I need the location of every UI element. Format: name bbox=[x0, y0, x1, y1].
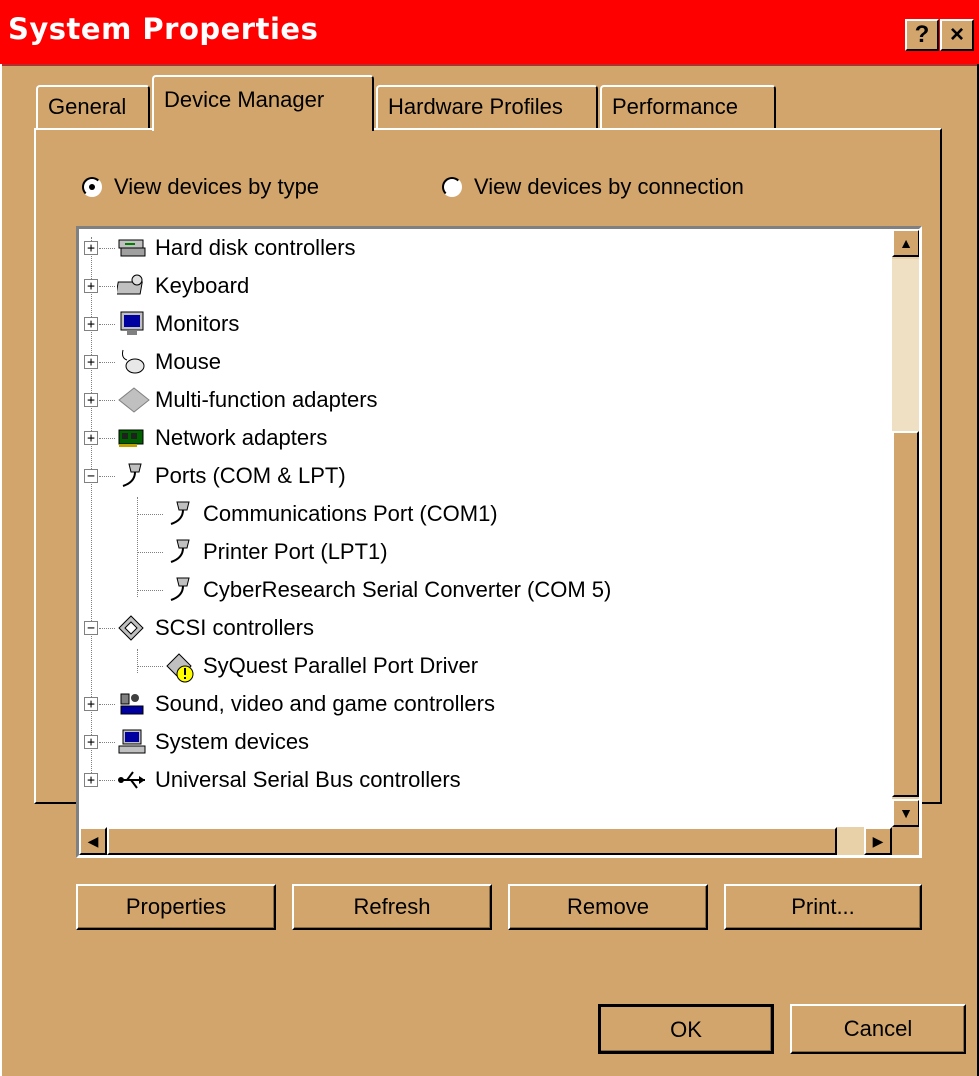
device-category-multifunction[interactable]: + Multi-function adapters bbox=[79, 381, 378, 419]
scroll-right-button[interactable]: ▶ bbox=[864, 827, 892, 855]
device-label: Sound, video and game controllers bbox=[155, 691, 495, 716]
tab-performance[interactable]: Performance bbox=[600, 85, 776, 129]
collapse-minus-icon[interactable]: − bbox=[84, 469, 98, 483]
device-tree[interactable]: + Hard disk controllers + Keyboard + Mon… bbox=[76, 226, 922, 858]
help-button[interactable]: ? bbox=[905, 19, 939, 51]
device-label: CyberResearch Serial Converter (COM 5) bbox=[203, 577, 612, 602]
scroll-left-button[interactable]: ◀ bbox=[79, 827, 107, 855]
device-label: SCSI controllers bbox=[155, 615, 314, 640]
refresh-button[interactable]: Refresh bbox=[292, 884, 492, 930]
scroll-up-button[interactable]: ▲ bbox=[892, 229, 919, 257]
device-label: Mouse bbox=[155, 349, 222, 374]
network-card-icon bbox=[117, 424, 147, 452]
close-button[interactable]: × bbox=[940, 19, 974, 51]
device-category-keyboard[interactable]: + Keyboard bbox=[79, 267, 249, 305]
device-category-system[interactable]: + System devices bbox=[79, 723, 309, 761]
radio-unselected-icon bbox=[442, 177, 462, 197]
device-category-ports[interactable]: − Ports (COM & LPT) bbox=[79, 457, 346, 495]
mouse-icon bbox=[117, 348, 147, 376]
device-category-network[interactable]: + Network adapters bbox=[79, 419, 327, 457]
port-icon bbox=[165, 576, 195, 604]
cancel-button[interactable]: Cancel bbox=[790, 1004, 966, 1054]
port-icon bbox=[117, 462, 147, 490]
scsi-warning-icon bbox=[165, 652, 195, 683]
properties-button[interactable]: Properties bbox=[76, 884, 276, 930]
device-com1[interactable]: Communications Port (COM1) bbox=[79, 495, 498, 533]
computer-icon bbox=[117, 728, 147, 756]
scrollbar-track-upper[interactable] bbox=[892, 259, 919, 431]
keyboard-icon bbox=[115, 272, 147, 300]
expand-plus-icon[interactable]: + bbox=[84, 697, 98, 711]
expand-plus-icon[interactable]: + bbox=[84, 735, 98, 749]
device-label: Multi-function adapters bbox=[155, 387, 378, 412]
sound-icon bbox=[117, 690, 147, 718]
device-label: Printer Port (LPT1) bbox=[203, 539, 388, 564]
expand-plus-icon[interactable]: + bbox=[84, 393, 98, 407]
tab-label: Performance bbox=[612, 94, 738, 119]
device-com5[interactable]: CyberResearch Serial Converter (COM 5) bbox=[79, 571, 611, 609]
tab-label: Hardware Profiles bbox=[388, 94, 563, 119]
tab-general[interactable]: General bbox=[36, 85, 150, 129]
device-label: System devices bbox=[155, 729, 310, 754]
tab-hardware-profiles[interactable]: Hardware Profiles bbox=[376, 85, 598, 129]
device-label: Ports (COM & LPT) bbox=[155, 463, 346, 488]
horizontal-scrollbar-thumb[interactable] bbox=[107, 827, 837, 855]
scsi-icon bbox=[117, 614, 147, 642]
device-category-monitors[interactable]: + Monitors bbox=[79, 305, 239, 343]
device-label: Hard disk controllers bbox=[155, 235, 356, 260]
device-category-hard-disk[interactable]: + Hard disk controllers bbox=[79, 229, 869, 267]
device-category-mouse[interactable]: + Mouse bbox=[79, 343, 221, 381]
scrollbar-corner bbox=[892, 827, 919, 855]
collapse-minus-icon[interactable]: − bbox=[84, 621, 98, 635]
device-category-sound[interactable]: + Sound, video and game controllers bbox=[79, 685, 495, 723]
port-icon bbox=[165, 538, 195, 566]
view-by-type-label: View devices by type bbox=[114, 174, 320, 199]
expand-plus-icon[interactable]: + bbox=[84, 279, 98, 293]
window-title: System Properties bbox=[8, 12, 319, 46]
tab-label: Device Manager bbox=[164, 87, 325, 112]
print-button[interactable]: Print... bbox=[724, 884, 922, 930]
radio-selected-icon bbox=[82, 177, 102, 197]
usb-icon bbox=[117, 766, 147, 794]
tab-device-manager[interactable]: Device Manager bbox=[152, 75, 374, 131]
device-category-usb[interactable]: + Universal Serial Bus controllers bbox=[79, 761, 461, 799]
view-by-type-radio[interactable]: View devices by type bbox=[82, 171, 319, 203]
scroll-down-button[interactable]: ▼ bbox=[892, 799, 919, 827]
device-label: Communications Port (COM1) bbox=[203, 501, 498, 526]
port-icon bbox=[165, 500, 195, 528]
device-syquest[interactable]: SyQuest Parallel Port Driver bbox=[79, 647, 478, 685]
ok-button[interactable]: OK bbox=[598, 1004, 774, 1054]
scrollbar-thumb[interactable] bbox=[892, 431, 919, 797]
device-label: Universal Serial Bus controllers bbox=[155, 767, 461, 792]
monitor-icon bbox=[117, 310, 147, 338]
expand-plus-icon[interactable]: + bbox=[84, 431, 98, 445]
device-label: Keyboard bbox=[155, 273, 250, 298]
tab-label: General bbox=[48, 94, 127, 119]
device-lpt1[interactable]: Printer Port (LPT1) bbox=[79, 533, 388, 571]
expand-plus-icon[interactable]: + bbox=[84, 773, 98, 787]
device-label: Network adapters bbox=[155, 425, 328, 450]
expand-plus-icon[interactable]: + bbox=[84, 355, 98, 369]
view-by-connection-radio[interactable]: View devices by connection bbox=[442, 171, 744, 203]
device-label: SyQuest Parallel Port Driver bbox=[203, 653, 479, 678]
hard-disk-icon bbox=[117, 234, 147, 262]
device-label: Monitors bbox=[155, 311, 240, 336]
view-by-connection-label: View devices by connection bbox=[474, 174, 744, 199]
remove-button[interactable]: Remove bbox=[508, 884, 708, 930]
expand-plus-icon[interactable]: + bbox=[84, 317, 98, 331]
device-category-scsi[interactable]: − SCSI controllers bbox=[79, 609, 314, 647]
expand-plus-icon[interactable]: + bbox=[84, 241, 98, 255]
multifunction-icon bbox=[117, 386, 150, 414]
